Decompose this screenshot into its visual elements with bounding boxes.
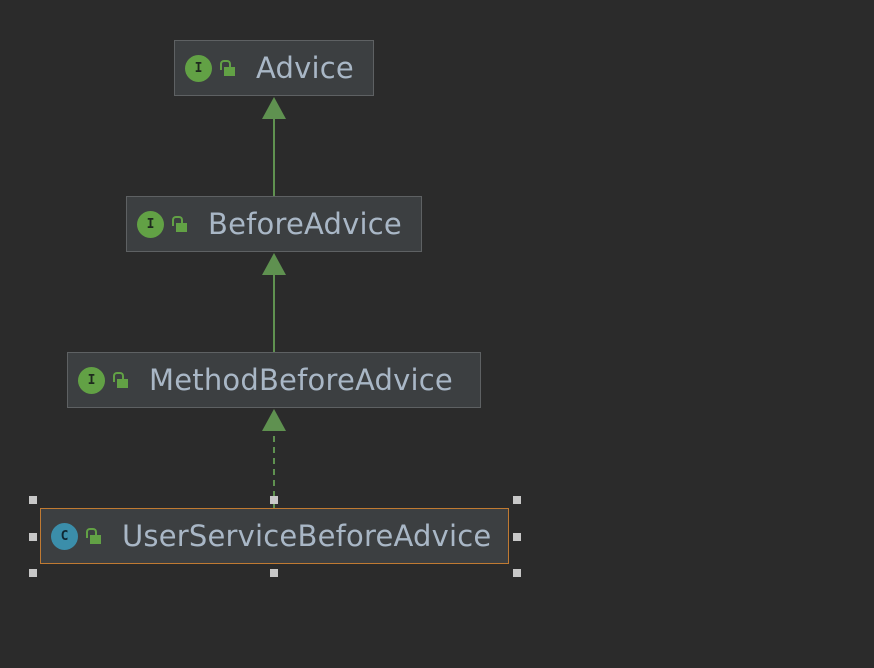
diagram-canvas[interactable]: I Advice I BeforeAdvice I MethodBeforeAd… xyxy=(0,0,874,668)
node-name: UserServiceBeforeAdvice xyxy=(122,519,492,553)
resize-handle-top-right[interactable] xyxy=(513,496,521,504)
interface-icon: I xyxy=(137,210,164,238)
resize-handle-bottom-right[interactable] xyxy=(513,569,521,577)
public-lock-icon xyxy=(113,371,129,389)
node-method-before-advice[interactable]: I MethodBeforeAdvice xyxy=(67,352,481,408)
node-name: MethodBeforeAdvice xyxy=(149,363,453,397)
node-user-service-before-advice[interactable]: C UserServiceBeforeAdvice xyxy=(40,508,509,564)
interface-icon: I xyxy=(78,366,105,394)
resize-handle-top-left[interactable] xyxy=(29,496,37,504)
resize-handle-top[interactable] xyxy=(270,496,278,504)
edges-layer xyxy=(262,97,286,508)
resize-handle-left[interactable] xyxy=(29,533,37,541)
node-advice[interactable]: I Advice xyxy=(174,40,374,96)
node-before-advice[interactable]: I BeforeAdvice xyxy=(126,196,422,252)
interface-icon: I xyxy=(185,54,212,82)
resize-handle-bottom-left[interactable] xyxy=(29,569,37,577)
public-lock-icon xyxy=(86,527,102,545)
node-name: BeforeAdvice xyxy=(208,207,402,241)
edge-method-before-advice-extends-before-advice xyxy=(262,253,286,352)
public-lock-icon xyxy=(172,215,188,233)
node-name: Advice xyxy=(256,51,354,85)
edge-user-service-implements-method-before-advice xyxy=(262,409,286,508)
class-icon: C xyxy=(51,522,78,550)
public-lock-icon xyxy=(220,59,236,77)
resize-handle-bottom[interactable] xyxy=(270,569,278,577)
edge-before-advice-extends-advice xyxy=(262,97,286,196)
resize-handle-right[interactable] xyxy=(513,533,521,541)
